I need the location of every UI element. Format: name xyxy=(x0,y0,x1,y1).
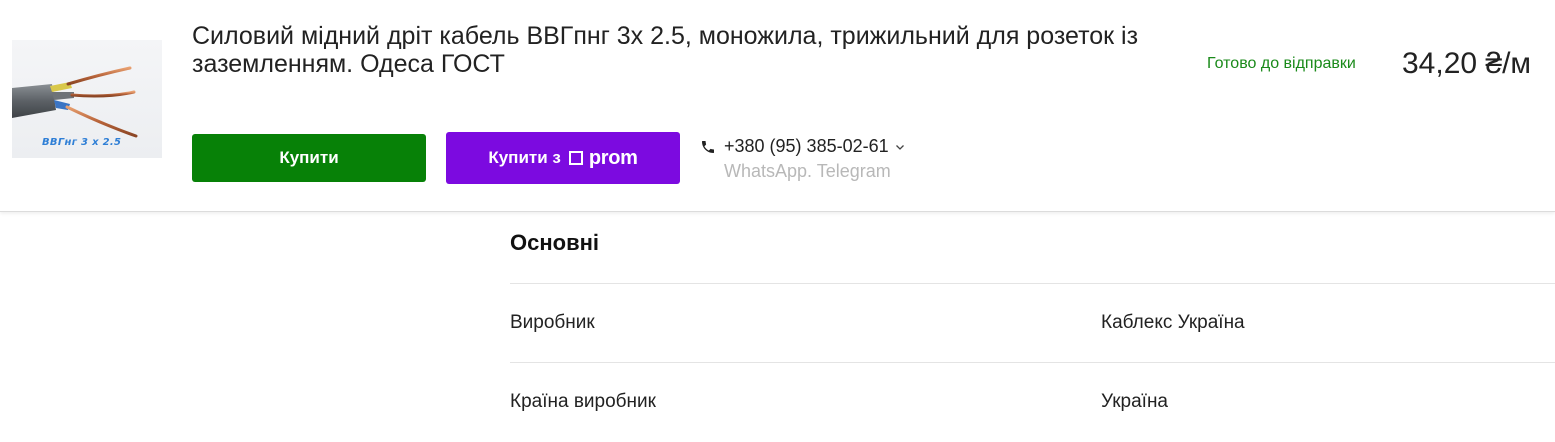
spec-value: Каблекс Україна xyxy=(1101,312,1245,333)
product-price: 34,20 ₴/м xyxy=(1402,47,1532,80)
prom-brand-text: prom xyxy=(588,146,638,169)
prom-logo: prom xyxy=(568,146,638,170)
buy-with-prom-button[interactable]: Купити з prom xyxy=(446,132,680,184)
specs-heading: Основні xyxy=(510,230,599,255)
phone-number: +380 (95) 385-02-61 xyxy=(724,136,889,156)
spec-label: Країна виробник xyxy=(510,391,656,412)
prom-square-icon xyxy=(568,151,583,165)
messengers-text: WhatsApp. Telegram xyxy=(724,161,891,181)
spec-label: Виробник xyxy=(510,312,595,333)
contact-phone-block[interactable]: +380 (95) 385-02-61 WhatsApp. Telegram xyxy=(700,136,905,182)
stock-status: Готово до відправки xyxy=(1207,55,1356,72)
chevron-down-icon xyxy=(895,144,904,150)
product-image[interactable]: ВВГнг 3 х 2.5 xyxy=(12,40,162,158)
phone-dropdown[interactable]: +380 (95) 385-02-61 xyxy=(700,136,905,157)
spec-row: Країна виробник Україна xyxy=(510,362,1555,442)
spec-value: Україна xyxy=(1101,391,1169,412)
buy-button-label: Купити xyxy=(279,148,339,167)
spec-row: Виробник Каблекс Україна xyxy=(510,283,1555,363)
product-title: Силовий мідний дріт кабель ВВГпнг 3х 2.5… xyxy=(192,22,1139,78)
image-caption: ВВГнг 3 х 2.5 xyxy=(42,137,122,148)
product-sticky-header: ВВГнг 3 х 2.5 Силовий мідний дріт кабель… xyxy=(0,0,1555,212)
buy-button[interactable]: Купити xyxy=(192,134,426,182)
buy-with-prom-label: Купити з xyxy=(488,148,561,167)
phone-icon xyxy=(702,140,714,153)
